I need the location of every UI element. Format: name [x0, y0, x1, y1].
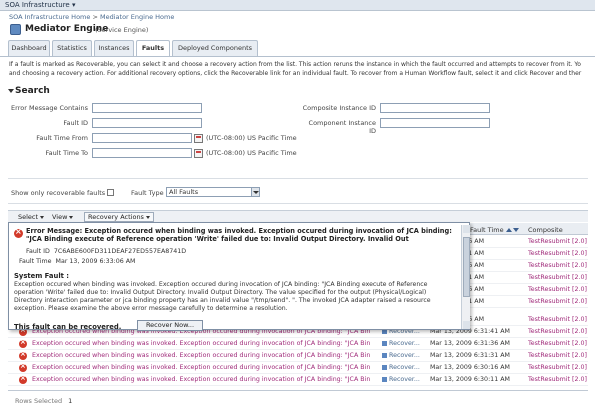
error-icon	[14, 227, 23, 238]
tab-deployed-components[interactable]: Deployed Components	[172, 40, 258, 56]
timezone-to: (UTC-08:00) US Pacific Time	[206, 149, 297, 157]
composite-link[interactable]: TestResubmit [2.0]	[528, 340, 587, 347]
composite-link[interactable]: TestResubmit [2.0]	[528, 364, 587, 371]
column-composite[interactable]: Composite	[528, 226, 563, 234]
error-icon	[19, 374, 27, 384]
faults-description: If a fault is marked as Recoverable, you…	[9, 61, 582, 77]
recover-link[interactable]: Recover...	[382, 376, 420, 383]
timezone-from: (UTC-08:00) US Pacific Time	[206, 134, 297, 142]
collapse-triangle-icon[interactable]	[8, 89, 14, 93]
recover-now-button[interactable]: Recover Now...	[137, 320, 203, 331]
recoverable-only-checkbox[interactable]	[107, 189, 114, 196]
error-message-link[interactable]: Exception occured when binding was invok…	[32, 352, 372, 359]
divider	[8, 178, 588, 179]
chevron-down-icon	[251, 188, 259, 196]
composite-link[interactable]: TestResubmit [2.0]	[528, 262, 587, 269]
composite-link[interactable]: TestResubmit [2.0]	[528, 376, 587, 383]
fault-time-to-input[interactable]	[92, 148, 192, 158]
system-fault-heading: System Fault :	[14, 272, 70, 280]
error-icon	[19, 362, 27, 372]
recover-link[interactable]: Recover...	[382, 340, 420, 347]
tab-instances[interactable]: Instances	[94, 40, 134, 56]
composite-link[interactable]: TestResubmit [2.0]	[528, 316, 587, 323]
composite-link[interactable]: TestResubmit [2.0]	[528, 250, 587, 257]
scroll-down-arrow-icon[interactable]	[463, 321, 470, 329]
breadcrumb: SOA Infrastructure Home > Mediator Engin…	[9, 13, 174, 21]
tab-faults[interactable]: Faults	[136, 40, 170, 57]
column-fault-time[interactable]: Fault Time	[470, 226, 519, 234]
fault-time-from-label: Fault Time From	[36, 134, 88, 142]
calendar-icon[interactable]	[194, 149, 203, 158]
fault-id-label: Fault ID	[63, 119, 88, 127]
recoverable-notice: This fault can be recovered.	[14, 323, 122, 331]
rows-selected-status: Rows Selected 1	[15, 397, 73, 405]
tab-divider	[0, 56, 595, 57]
recovery-actions-button[interactable]: Recovery Actions	[84, 212, 154, 222]
page-subtitle: (Service Engine)	[95, 26, 149, 34]
breadcrumb-separator: >	[92, 13, 98, 21]
breadcrumb-current: Mediator Engine Home	[100, 13, 175, 21]
tab-dashboard[interactable]: Dashboard	[8, 40, 50, 56]
fault-time-to-label: Fault Time To	[45, 149, 88, 157]
top-menubar: SOA Infrastructure ▾	[0, 0, 595, 11]
mediator-engine-icon	[10, 24, 21, 35]
error-icon	[19, 350, 27, 360]
recoverable-only-label: Show only recoverable faults	[11, 189, 106, 197]
fault-id-input[interactable]	[92, 118, 202, 128]
popup-fault-id: Fault ID 7C6ABE600FD311DEAF27ED557EA8741…	[26, 248, 187, 255]
composite-link[interactable]: TestResubmit [2.0]	[528, 298, 587, 305]
popup-fault-time: Fault Time Mar 13, 2009 6:33:06 AM	[19, 258, 136, 265]
composite-instance-id-input[interactable]	[380, 103, 490, 113]
soa-infrastructure-menu[interactable]: SOA Infrastructure ▾	[5, 1, 76, 9]
recover-link[interactable]: Recover...	[382, 352, 420, 359]
table-row[interactable]: Exception occured when binding was invok…	[8, 374, 588, 386]
scroll-up-arrow-icon[interactable]	[463, 225, 470, 233]
composite-link[interactable]: TestResubmit [2.0]	[528, 352, 587, 359]
component-instance-id-input[interactable]	[380, 118, 490, 128]
popup-scrollbar[interactable]	[461, 225, 470, 329]
sort-ascending-icon	[505, 228, 512, 232]
table-row[interactable]: Exception occured when binding was invok…	[8, 362, 588, 374]
system-fault-text: Exception occured when binding was invok…	[14, 281, 431, 312]
popup-error-message: Error Message: Exception occured when bi…	[26, 227, 452, 243]
fault-type-label: Fault Type	[131, 189, 164, 197]
search-heading: Search	[15, 86, 50, 96]
error-message-label: Error Message Contains	[11, 104, 88, 112]
recover-link[interactable]: Recover...	[382, 364, 420, 371]
error-message-link[interactable]: Exception occured when binding was invok…	[32, 340, 372, 347]
composite-link[interactable]: TestResubmit [2.0]	[528, 238, 587, 245]
fault-detail-popup: Error Message: Exception occured when bi…	[8, 222, 470, 331]
error-icon	[19, 338, 27, 348]
view-menu[interactable]: View	[52, 213, 74, 221]
composite-instance-id-label: Composite Instance ID	[302, 104, 376, 112]
sort-descending-icon	[512, 228, 519, 232]
table-bottom-border	[8, 390, 588, 391]
error-message-link[interactable]: Exception occured when binding was invok…	[32, 376, 372, 383]
composite-link[interactable]: TestResubmit [2.0]	[528, 274, 587, 281]
scroll-thumb[interactable]	[463, 237, 470, 297]
fault-type-select[interactable]: All Faults	[166, 187, 260, 197]
calendar-icon[interactable]	[194, 134, 203, 143]
error-message-link[interactable]: Exception occured when binding was invok…	[32, 364, 372, 371]
composite-link[interactable]: TestResubmit [2.0]	[528, 328, 587, 335]
fault-time-from-input[interactable]	[92, 133, 192, 143]
component-instance-id-label: Component Instance ID	[308, 119, 376, 135]
breadcrumb-home-link[interactable]: SOA Infrastructure Home	[9, 13, 90, 21]
divider	[8, 203, 588, 204]
select-menu[interactable]: Select	[18, 213, 45, 221]
table-toolbar: Select View Recovery Actions	[8, 210, 588, 222]
table-row[interactable]: Exception occured when binding was invok…	[8, 350, 588, 362]
tab-statistics[interactable]: Statistics	[52, 40, 92, 56]
table-row[interactable]: Exception occured when binding was invok…	[8, 338, 588, 350]
composite-link[interactable]: TestResubmit [2.0]	[528, 286, 587, 293]
error-message-input[interactable]	[92, 103, 202, 113]
